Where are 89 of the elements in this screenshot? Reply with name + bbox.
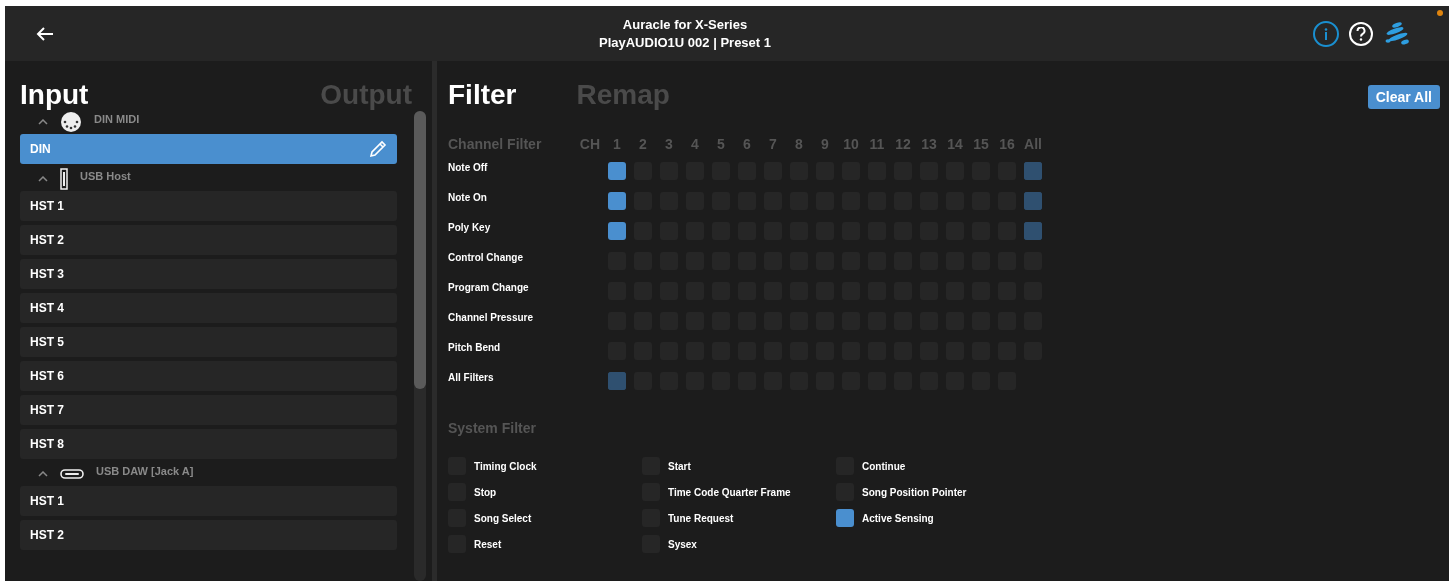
filter-row-label: Pitch Bend bbox=[448, 341, 502, 355]
port-label: DIN bbox=[30, 141, 51, 158]
system-filter-label: Time Code Quarter Frame bbox=[668, 485, 791, 500]
channel-number: 5 bbox=[716, 134, 726, 154]
channel-number: 3 bbox=[664, 134, 674, 154]
system-filter-label: Tune Request bbox=[668, 511, 734, 526]
app-title: Auracle for X-Series bbox=[622, 15, 748, 34]
system-filter-label: Reset bbox=[474, 537, 502, 552]
port-item[interactable]: HST 2 bbox=[20, 520, 397, 550]
channel-number: 1 bbox=[612, 134, 622, 154]
channel-number: 16 bbox=[998, 134, 1016, 154]
collapse-chevron-icon[interactable] bbox=[38, 176, 48, 182]
channel-number: 4 bbox=[690, 134, 700, 154]
port-label: HST 1 bbox=[30, 198, 64, 215]
filter-row-label: Note Off bbox=[448, 161, 489, 175]
scrollbar-thumb[interactable] bbox=[414, 111, 426, 389]
filter-toggle[interactable] bbox=[608, 162, 626, 180]
splash-logo-icon[interactable] bbox=[1383, 21, 1411, 46]
channel-number: 8 bbox=[794, 134, 804, 154]
port-label: HST 6 bbox=[30, 368, 64, 385]
port-item[interactable]: HST 1 bbox=[20, 191, 397, 221]
port-group-label: DIN MIDI bbox=[94, 112, 140, 127]
port-item[interactable]: HST 8 bbox=[20, 429, 397, 459]
collapse-chevron-icon[interactable] bbox=[38, 119, 48, 125]
port-label: HST 8 bbox=[30, 436, 64, 453]
din-connector-icon bbox=[60, 111, 82, 133]
system-filter-checkbox[interactable] bbox=[836, 509, 854, 527]
channel-number: 7 bbox=[768, 134, 778, 154]
filter-row-label: Control Change bbox=[448, 251, 524, 265]
port-item[interactable]: HST 7 bbox=[20, 395, 397, 425]
system-filter-label: Timing Clock bbox=[474, 459, 537, 474]
system-filter-label: Song Select bbox=[474, 511, 532, 526]
channel-number: 13 bbox=[920, 134, 938, 154]
info-button[interactable] bbox=[1313, 20, 1339, 47]
filter-row-label: Poly Key bbox=[448, 221, 492, 235]
port-item[interactable]: HST 4 bbox=[20, 293, 397, 323]
channel-number: 6 bbox=[742, 134, 752, 154]
port-label: HST 2 bbox=[30, 232, 64, 249]
port-label: HST 7 bbox=[30, 402, 64, 419]
question-mark-icon bbox=[1356, 26, 1366, 41]
system-filter-label: Stop bbox=[474, 485, 497, 500]
filter-row-label: Program Change bbox=[448, 281, 530, 295]
channel-number: 9 bbox=[820, 134, 830, 154]
usb-port-icon bbox=[60, 168, 68, 190]
port-group-label: USB Host bbox=[80, 169, 131, 184]
channel-number: 10 bbox=[842, 134, 860, 154]
filter-row-label: Channel Pressure bbox=[448, 311, 535, 325]
filter-toggle[interactable] bbox=[608, 222, 626, 240]
port-item[interactable]: HST 1 bbox=[20, 486, 397, 516]
filter-row-label: Note On bbox=[448, 191, 488, 205]
filter-toggle[interactable] bbox=[608, 192, 626, 210]
usb-c-port-icon bbox=[60, 469, 84, 479]
filter-toggle[interactable] bbox=[608, 372, 626, 390]
port-label: HST 1 bbox=[30, 493, 64, 510]
port-item[interactable]: HST 6 bbox=[20, 361, 397, 391]
filter-toggle[interactable] bbox=[1024, 192, 1042, 210]
pencil-icon[interactable] bbox=[369, 140, 387, 158]
section-heading: Channel Filter bbox=[448, 134, 543, 154]
panel-tab[interactable]: Filter bbox=[448, 79, 517, 111]
system-filter-label: Start bbox=[668, 459, 691, 474]
channel-number: All bbox=[1023, 134, 1043, 154]
filter-toggle[interactable] bbox=[1024, 222, 1042, 240]
system-filter-label: Active Sensing bbox=[862, 511, 934, 526]
port-group-label: USB DAW [Jack A] bbox=[96, 464, 194, 479]
port-item[interactable]: HST 5 bbox=[20, 327, 397, 357]
device-preset-title: PlayAUDIO1U 002 | Preset 1 bbox=[599, 33, 771, 52]
info-icon bbox=[1324, 27, 1328, 40]
channel-number: 12 bbox=[894, 134, 912, 154]
panel-tab[interactable]: Input bbox=[20, 79, 89, 111]
filter-row-label: All Filters bbox=[448, 371, 495, 385]
port-label: HST 3 bbox=[30, 266, 64, 283]
system-filter-label: Song Position Pointer bbox=[862, 485, 967, 500]
channel-number: 2 bbox=[638, 134, 648, 154]
system-filter-label: Continue bbox=[862, 459, 906, 474]
port-label: HST 2 bbox=[30, 527, 64, 544]
port-label: HST 4 bbox=[30, 300, 64, 317]
channel-header-label: CH bbox=[578, 134, 601, 154]
port-item[interactable]: HST 2 bbox=[20, 225, 397, 255]
channel-number: 15 bbox=[972, 134, 990, 154]
filter-toggle[interactable] bbox=[1024, 162, 1042, 180]
system-filter-label: Sysex bbox=[668, 537, 697, 552]
channel-number: 11 bbox=[868, 134, 886, 154]
port-item[interactable]: HST 3 bbox=[20, 259, 397, 289]
help-button[interactable] bbox=[1349, 21, 1373, 46]
port-label: HST 5 bbox=[30, 334, 64, 351]
channel-number: 14 bbox=[946, 134, 964, 154]
section-heading: System Filter bbox=[448, 419, 537, 438]
collapse-chevron-icon[interactable] bbox=[38, 471, 48, 477]
back-arrow-icon bbox=[36, 25, 54, 42]
